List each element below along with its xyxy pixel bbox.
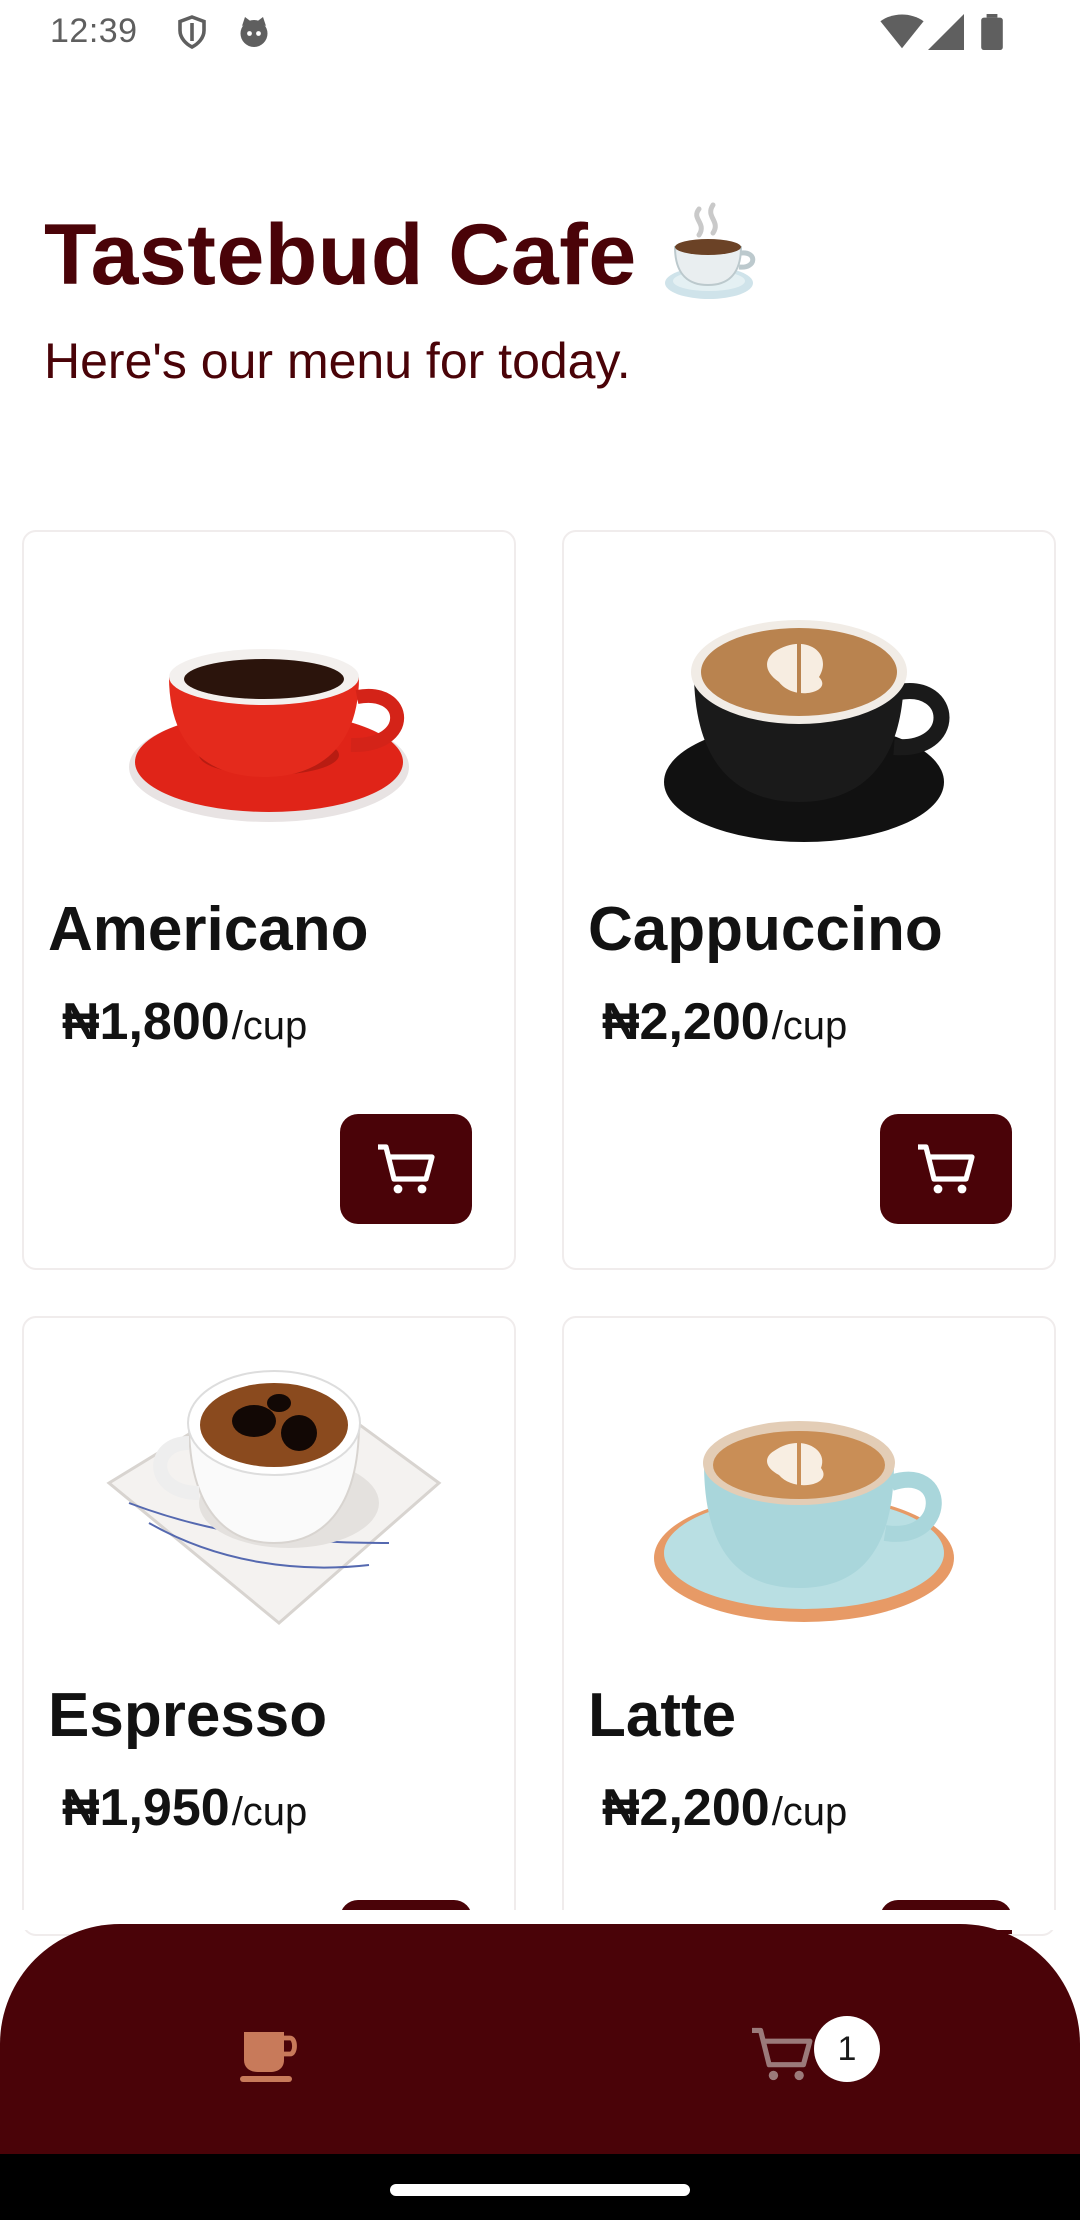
menu-card-americano[interactable]: Americano ₦1,800 /cup [22, 530, 516, 1270]
wifi-icon [880, 14, 924, 55]
menu-card-cappuccino[interactable]: Cappuccino ₦2,200 /cup [562, 530, 1056, 1270]
menu-item-price: ₦2,200 /cup [602, 992, 847, 1052]
price-value: ₦1,950 [62, 1779, 230, 1837]
menu-item-name: Espresso [48, 1681, 328, 1750]
status-time: 12:39 [50, 12, 138, 50]
black-cappuccino-cup-icon [564, 562, 1054, 872]
system-gesture-bar [0, 2154, 1080, 2220]
cart-icon [752, 2027, 813, 2081]
cat-icon [236, 14, 272, 55]
bottom-nav [0, 1924, 1080, 2154]
price-unit: /cup [771, 1790, 848, 1834]
shield-icon [174, 14, 210, 55]
menu-card-latte[interactable]: Latte ₦2,200 /cup [562, 1316, 1056, 1936]
price-value: ₦1,800 [62, 993, 230, 1051]
coffee-cup-icon [240, 2032, 297, 2082]
menu-item-price: ₦2,200 /cup [602, 1778, 847, 1838]
menu-item-name: Latte [588, 1681, 737, 1750]
battery-icon [980, 14, 1004, 55]
price-unit: /cup [231, 1004, 308, 1048]
home-gesture-handle[interactable] [390, 2184, 690, 2196]
price-unit: /cup [771, 1004, 848, 1048]
coffee-cup-icon [661, 201, 761, 310]
signal-icon [928, 14, 964, 55]
add-to-cart-button[interactable] [880, 1114, 1012, 1224]
nav-menu-tab[interactable] [220, 2014, 320, 2094]
price-value: ₦2,200 [602, 993, 770, 1051]
cart-icon [378, 1144, 435, 1194]
page-subtitle: Here's our menu for today. [44, 333, 631, 389]
menu-card-espresso[interactable]: Espresso ₦1,950 /cup [22, 1316, 516, 1936]
red-coffee-cup-icon [24, 572, 514, 882]
add-to-cart-button[interactable] [340, 1114, 472, 1224]
menu-item-price: ₦1,950 /cup [62, 1778, 307, 1838]
menu-item-price: ₦1,800 /cup [62, 992, 307, 1052]
title-row: Tastebud Cafe [44, 200, 761, 310]
latte-cup-icon [564, 1358, 1054, 1668]
espresso-cup-icon [24, 1328, 514, 1638]
menu-item-name: Cappuccino [588, 895, 943, 964]
price-unit: /cup [231, 1790, 308, 1834]
cart-icon [918, 1144, 975, 1194]
menu-item-name: Americano [48, 895, 369, 964]
cart-count-badge: 1 [814, 2016, 880, 2082]
status-bar: 12:39 [0, 0, 1080, 66]
price-value: ₦2,200 [602, 1779, 770, 1837]
page-title: Tastebud Cafe [44, 206, 637, 303]
